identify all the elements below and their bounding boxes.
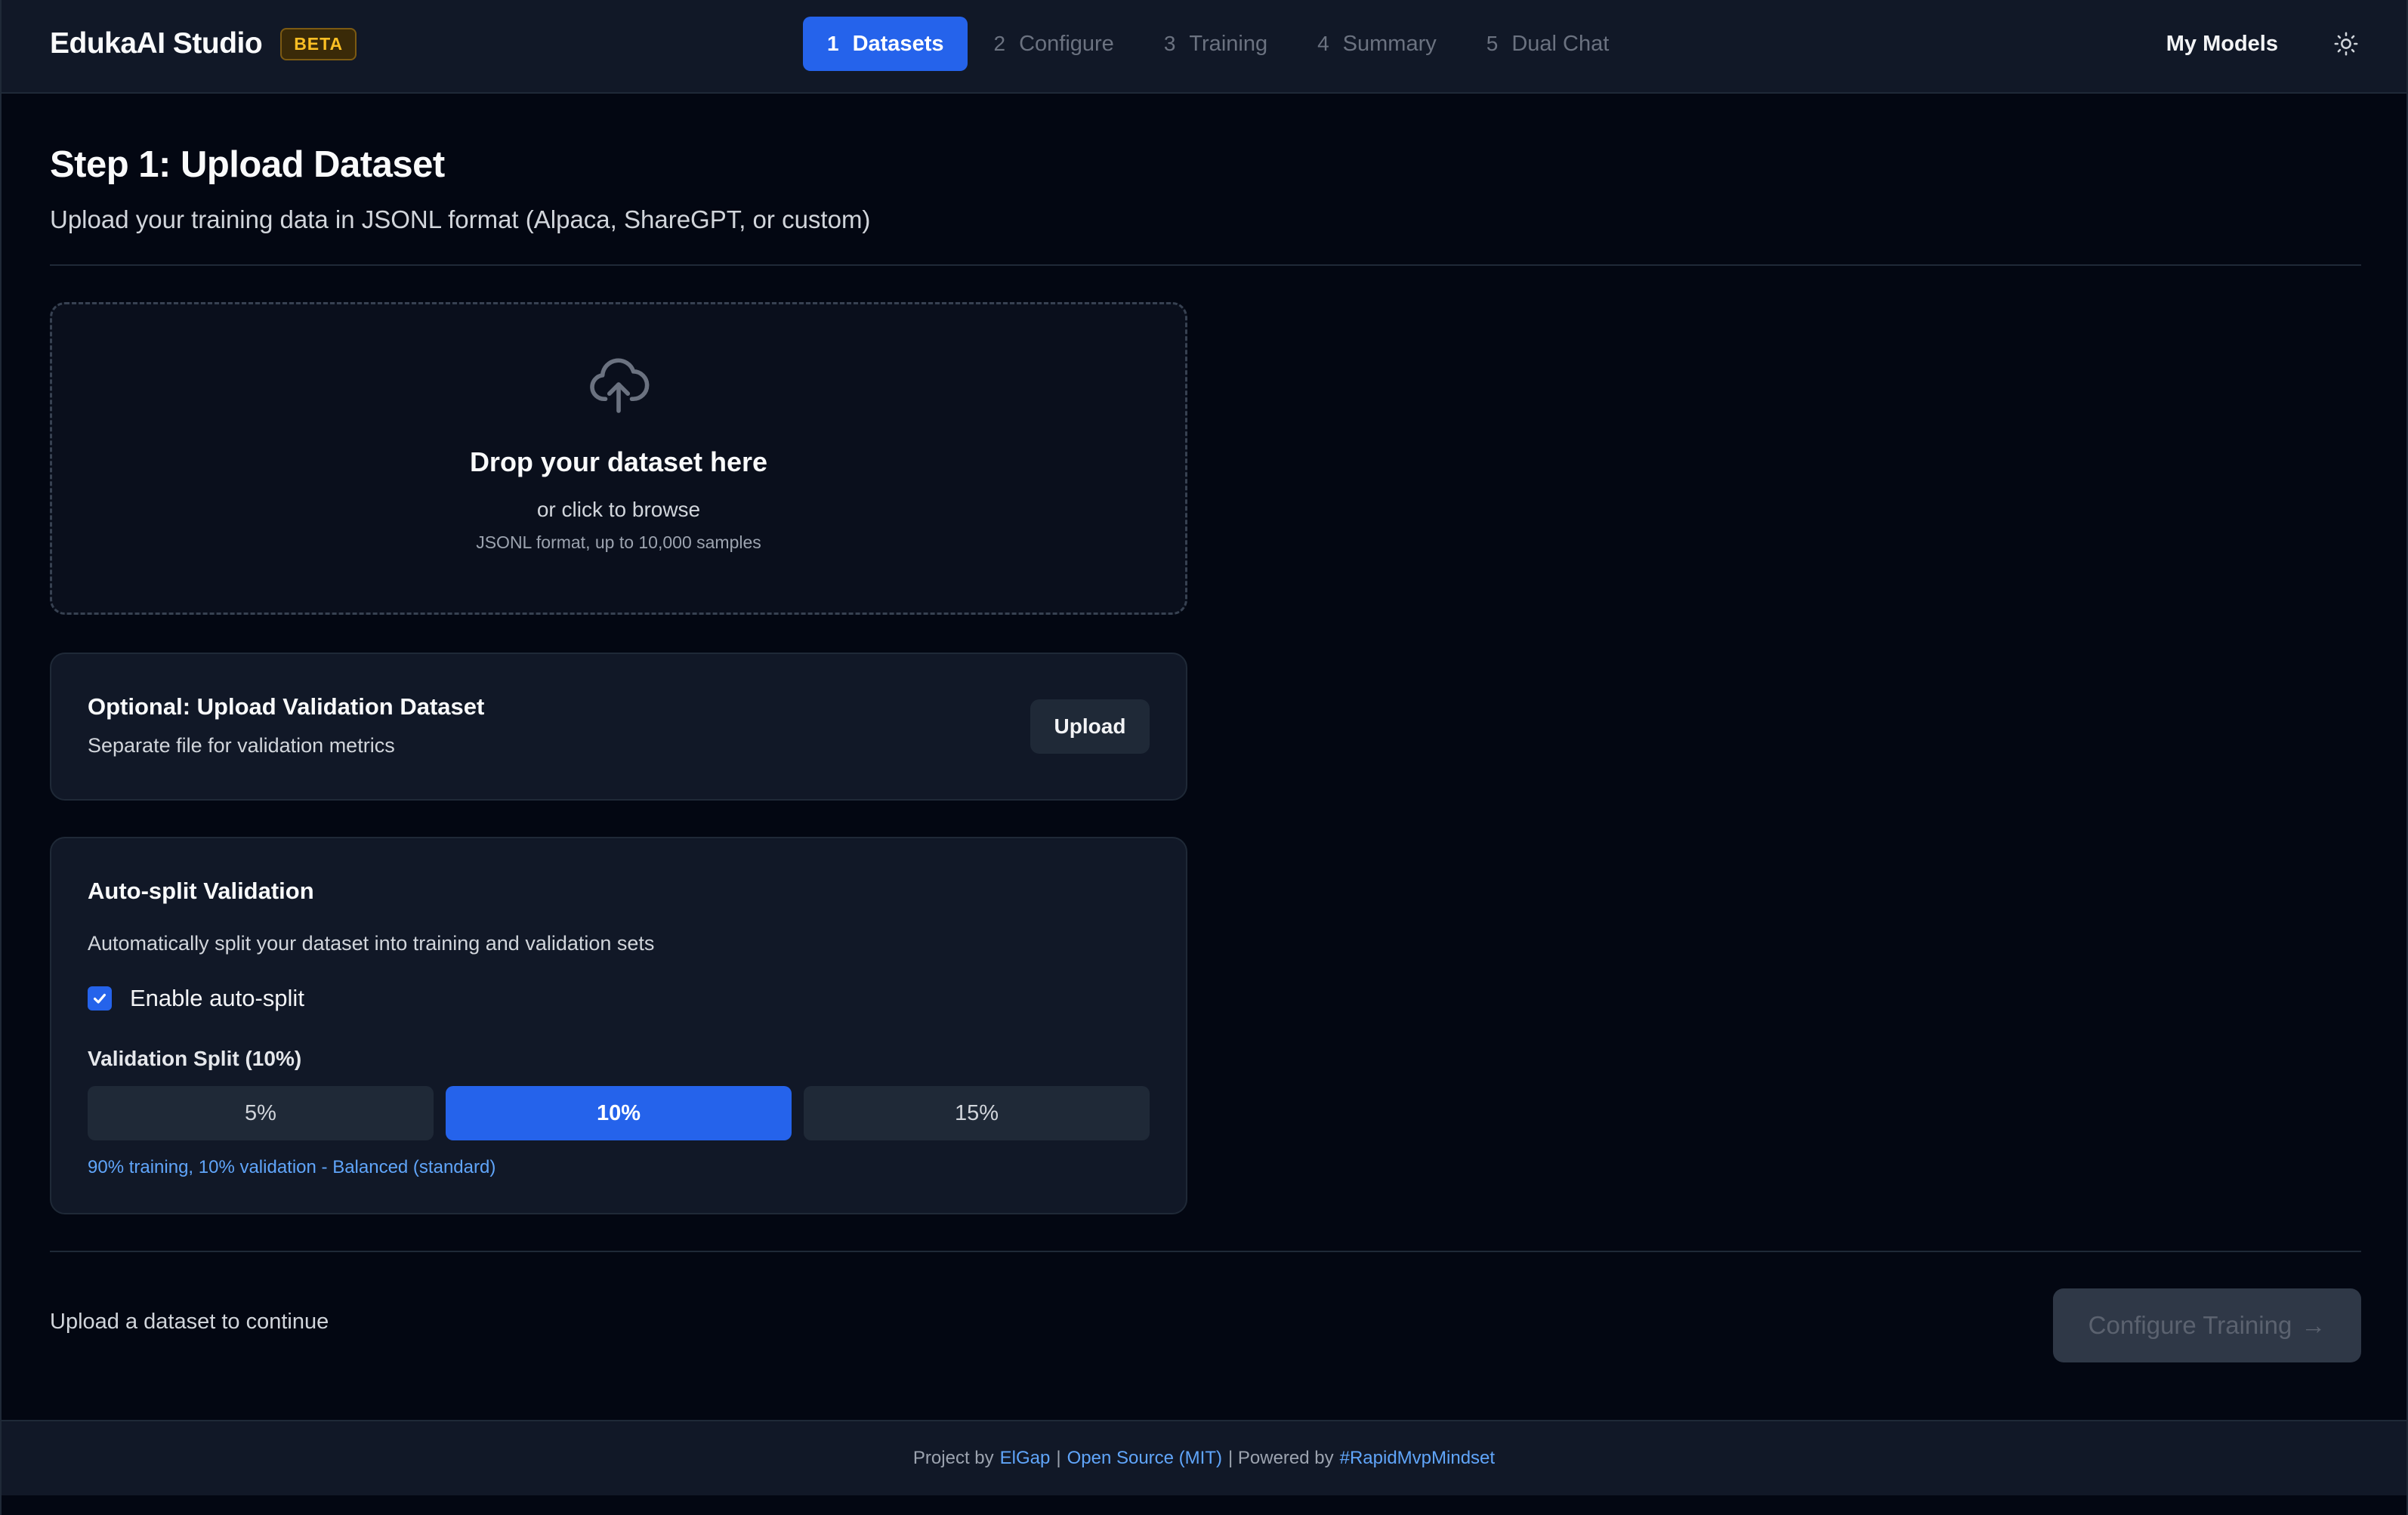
step-tab-dual-chat[interactable]: 5 Dual Chat — [1462, 17, 1634, 71]
split-summary-note: 90% training, 10% validation - Balanced … — [88, 1157, 496, 1177]
app-window: EdukaAI Studio BETA 1 Datasets 2 Configu… — [0, 0, 2408, 1515]
enable-auto-split-checkbox[interactable] — [88, 986, 112, 1011]
cloud-upload-icon — [587, 353, 650, 416]
auto-split-toggle-row: Enable auto-split — [88, 985, 304, 1012]
auto-split-title: Auto-split Validation — [88, 878, 314, 904]
step-label: Dual Chat — [1511, 31, 1610, 56]
sun-icon[interactable] — [2331, 29, 2361, 59]
step-tab-training[interactable]: 3 Training — [1140, 17, 1292, 71]
footer: Project by ElGap | Open Source (MIT) | P… — [2, 1420, 2406, 1495]
validation-upload-card: Optional: Upload Validation Dataset Sepa… — [50, 653, 1187, 801]
step-navigation: 1 Datasets 2 Configure 3 Training 4 Summ… — [803, 17, 1633, 71]
step-label: Datasets — [852, 31, 944, 56]
validation-upload-subtitle: Separate file for validation metrics — [88, 734, 395, 757]
step-number: 1 — [827, 32, 839, 55]
dropzone-browse-text: or click to browse — [536, 498, 701, 521]
auto-split-description: Automatically split your dataset into tr… — [88, 932, 655, 955]
header-actions: My Models — [2166, 0, 2361, 88]
step-number: 3 — [1163, 32, 1176, 55]
footer-prefix: Project by — [912, 1448, 994, 1468]
step-label: Summary — [1342, 31, 1437, 56]
brand-name[interactable]: EdukaAI Studio — [50, 27, 263, 60]
split-option-15[interactable]: 15% — [804, 1086, 1150, 1140]
my-models-link[interactable]: My Models — [2166, 32, 2278, 57]
step-label: Training — [1189, 31, 1268, 56]
page-subtitle: Upload your training data in JSONL forma… — [50, 205, 871, 233]
main-content: Step 1: Upload Dataset Upload your train… — [50, 94, 2361, 1373]
page-title: Step 1: Upload Dataset — [50, 144, 445, 185]
configure-training-label: Configure Training — [2088, 1311, 2292, 1339]
continue-hint: Upload a dataset to continue — [50, 1310, 329, 1334]
step-tab-configure[interactable]: 2 Configure — [969, 17, 1138, 71]
license-link[interactable]: Open Source (MIT) — [1067, 1448, 1222, 1469]
action-bar: Upload a dataset to continue Configure T… — [50, 1252, 2361, 1373]
footer-separator: | — [1056, 1448, 1061, 1468]
enable-auto-split-label[interactable]: Enable auto-split — [130, 985, 304, 1012]
auto-split-card: Auto-split Validation Automatically spli… — [50, 837, 1187, 1214]
upload-validation-button[interactable]: Upload — [1030, 699, 1150, 754]
validation-upload-title: Optional: Upload Validation Dataset — [88, 693, 485, 720]
validation-split-label: Validation Split (10%) — [88, 1047, 302, 1070]
split-option-10[interactable]: 10% — [446, 1086, 792, 1140]
step-number: 4 — [1317, 32, 1329, 55]
arrow-right-icon: → — [2301, 1311, 2326, 1339]
check-icon — [93, 993, 107, 1004]
beta-badge: BETA — [280, 27, 357, 60]
divider — [50, 264, 2361, 266]
author-link[interactable]: ElGap — [1000, 1448, 1051, 1469]
step-number: 5 — [1486, 32, 1499, 55]
step-number: 2 — [993, 32, 1006, 55]
brand: EdukaAI Studio BETA — [50, 0, 357, 88]
split-option-5[interactable]: 5% — [88, 1086, 434, 1140]
step-tab-summary[interactable]: 4 Summary — [1293, 17, 1461, 71]
configure-training-button[interactable]: Configure Training → — [2053, 1288, 2361, 1362]
validation-split-options: 5% 10% 15% — [88, 1086, 1150, 1140]
dropzone-title: Drop your dataset here — [469, 446, 768, 477]
top-navbar: EdukaAI Studio BETA 1 Datasets 2 Configu… — [2, 0, 2406, 94]
hashtag-link[interactable]: #RapidMvpMindset — [1340, 1448, 1495, 1469]
dataset-dropzone[interactable]: Drop your dataset here or click to brows… — [50, 302, 1187, 615]
step-label: Configure — [1019, 31, 1114, 56]
step-tab-datasets[interactable]: 1 Datasets — [803, 17, 968, 71]
footer-powered-by: | Powered by — [1227, 1448, 1334, 1468]
dropzone-hint: JSONL format, up to 10,000 samples — [476, 532, 761, 552]
